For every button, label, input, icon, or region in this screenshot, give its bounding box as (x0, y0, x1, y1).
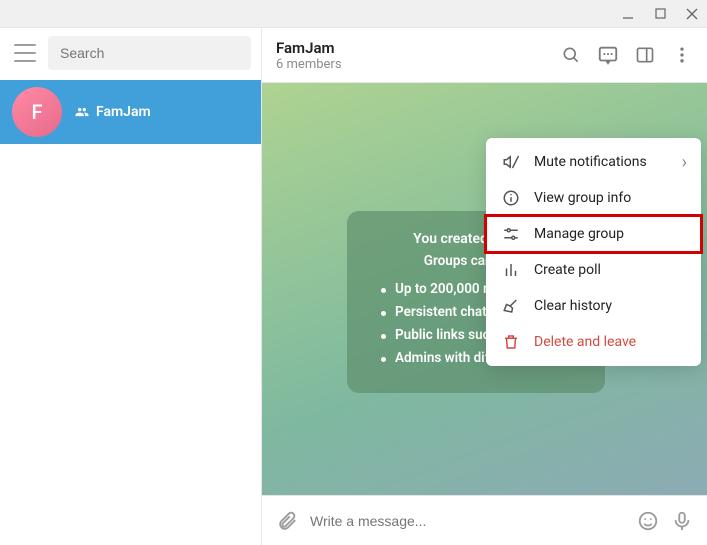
chat-list-item-famjam[interactable]: F FamJam (0, 80, 261, 144)
hamburger-menu-icon[interactable] (14, 44, 36, 62)
menu-item-label: Create poll (534, 262, 601, 278)
chat-body: You created a group Groups can have: Up … (262, 83, 707, 495)
menu-item-mute[interactable]: Mute notifications (486, 144, 701, 180)
app: F FamJam FamJam 6 members (0, 28, 707, 545)
menu-item-info[interactable]: View group info (486, 180, 701, 216)
sliders-icon (502, 225, 520, 243)
more-options-icon[interactable] (671, 44, 693, 66)
poll-icon (502, 261, 520, 279)
titlebar (0, 0, 707, 28)
menu-item-label: Manage group (534, 226, 624, 242)
search-input[interactable] (60, 45, 239, 61)
sidebar-top (0, 28, 261, 80)
microphone-icon[interactable] (671, 510, 693, 532)
menu-item-delete[interactable]: Delete and leave (486, 324, 701, 360)
message-input[interactable] (310, 513, 625, 529)
header-info[interactable]: FamJam 6 members (276, 39, 342, 72)
menu-item-label: Mute notifications (534, 154, 647, 170)
main-header: FamJam 6 members (262, 28, 707, 83)
close-button[interactable] (685, 7, 699, 21)
attach-icon[interactable] (276, 510, 298, 532)
chat-item-label: FamJam (96, 104, 151, 120)
avatar: F (12, 87, 62, 137)
header-icons (560, 44, 693, 66)
info-icon (502, 189, 520, 207)
menu-item-label: Delete and leave (534, 334, 636, 350)
sidebar: F FamJam (0, 28, 262, 545)
mute-icon (502, 153, 520, 171)
emoji-icon[interactable] (637, 510, 659, 532)
chat-bubble-icon[interactable] (597, 44, 619, 66)
side-panel-icon[interactable] (634, 44, 656, 66)
composer (262, 495, 707, 545)
minimize-button[interactable] (621, 7, 635, 21)
broom-icon (502, 297, 520, 315)
context-menu: Mute notifications View group info Manag… (486, 138, 701, 366)
menu-item-label: Clear history (534, 298, 612, 314)
search-box[interactable] (48, 36, 251, 70)
menu-item-label: View group info (534, 190, 631, 206)
menu-item-manage[interactable]: Manage group (486, 216, 701, 252)
main: FamJam 6 members You created (262, 28, 707, 545)
menu-item-poll[interactable]: Create poll (486, 252, 701, 288)
search-icon[interactable] (560, 44, 582, 66)
group-icon (74, 105, 90, 119)
chat-item-name: FamJam (74, 104, 151, 120)
maximize-button[interactable] (653, 7, 667, 21)
members-count: 6 members (276, 57, 342, 72)
page-title: FamJam (276, 39, 342, 57)
menu-item-clear[interactable]: Clear history (486, 288, 701, 324)
trash-icon (502, 333, 520, 351)
